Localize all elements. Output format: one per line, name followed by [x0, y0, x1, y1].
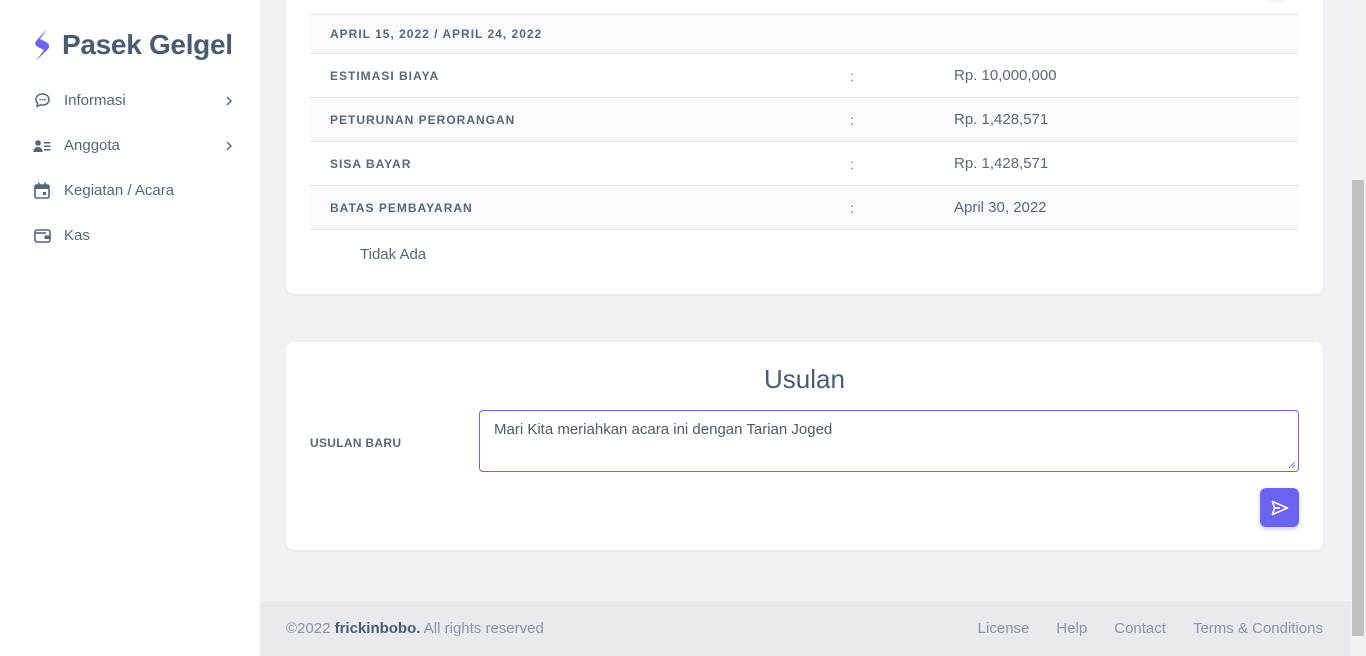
chevron-right-icon [226, 141, 232, 150]
table-row: SISA BAYAR : Rp. 1,428,571 [310, 142, 1299, 186]
row-label: BATAS PEMBAYARAN [330, 200, 473, 215]
sidebar-nav: Informasi Anggota Kegiatan / Acara Kas [0, 78, 260, 258]
author-link[interactable]: frickinbobo. [335, 620, 421, 637]
row-colon: : [850, 199, 854, 216]
table-row: BATAS PEMBAYARAN : April 30, 2022 [310, 186, 1299, 230]
usulan-text: Mari Kita meriahkan acara ini dengan Tar… [494, 421, 833, 438]
resize-grip-icon[interactable] [1288, 461, 1296, 469]
s-logo-icon [35, 29, 50, 61]
usulan-field-label: USULAN BARU [310, 436, 402, 450]
brand-name: Pasek Gelgel [62, 29, 233, 60]
row-label: ESTIMASI BIAYA [330, 68, 440, 83]
row-value: Rp. 10,000,000 [954, 67, 1057, 84]
copyright-year: ©2022 [286, 620, 331, 637]
send-button[interactable] [1260, 488, 1299, 527]
row-value: April 30, 2022 [954, 199, 1047, 216]
chevron-right-icon [226, 96, 232, 105]
rights-text: All rights reserved [423, 620, 544, 637]
footer-link-license[interactable]: License [978, 620, 1030, 637]
send-icon [1271, 500, 1288, 515]
wallet-icon [33, 227, 51, 245]
sidebar-item-label: Anggota [64, 137, 120, 154]
usulan-title: Usulan [764, 364, 845, 394]
empty-state-text: Tidak Ada [360, 246, 427, 263]
main-content: APRIL 15, 2022 / APRIL 24, 2022 ESTIMASI… [260, 0, 1350, 656]
footer-link-contact[interactable]: Contact [1114, 620, 1166, 637]
event-detail-card: APRIL 15, 2022 / APRIL 24, 2022 ESTIMASI… [286, 0, 1323, 294]
row-value: Rp. 1,428,571 [954, 111, 1049, 128]
row-label: PETURUNAN PERORANGAN [330, 112, 516, 127]
sidebar-item-informasi[interactable]: Informasi [0, 78, 260, 123]
sidebar-item-kas[interactable]: Kas [0, 213, 260, 258]
scrollbar-thumb[interactable] [1352, 180, 1364, 636]
scrollbar[interactable] [1350, 0, 1366, 656]
row-label: SISA BAYAR [330, 156, 412, 171]
chat-bubble-icon [33, 92, 51, 110]
calendar-icon [33, 182, 51, 200]
usulan-card: Usulan USULAN BARU Mari Kita meriahkan a… [286, 342, 1323, 550]
table-row: ESTIMASI BIAYA : Rp. 10,000,000 [310, 54, 1299, 98]
sidebar-item-kegiatan[interactable]: Kegiatan / Acara [0, 168, 260, 213]
sidebar-item-anggota[interactable]: Anggota [0, 123, 260, 168]
row-colon: : [850, 67, 854, 84]
footer-link-help[interactable]: Help [1056, 620, 1087, 637]
date-range-row: APRIL 15, 2022 / APRIL 24, 2022 [310, 15, 1299, 54]
row-value: Rp. 1,428,571 [954, 155, 1049, 172]
sidebar-item-label: Informasi [64, 92, 126, 109]
brand[interactable]: Pasek Gelgel [30, 28, 233, 62]
table-row: PETURUNAN PERORANGAN : Rp. 1,428,571 [310, 98, 1299, 142]
date-range: APRIL 15, 2022 / APRIL 24, 2022 [330, 27, 543, 41]
row-colon: : [850, 155, 854, 172]
footer-links: License Help Contact Terms & Conditions [978, 620, 1323, 637]
detail-table: APRIL 15, 2022 / APRIL 24, 2022 ESTIMASI… [310, 14, 1299, 230]
footer: ©2022 frickinbobo. All rights reserved L… [260, 601, 1350, 656]
footer-link-terms[interactable]: Terms & Conditions [1193, 620, 1323, 637]
users-list-icon [33, 137, 51, 155]
sidebar: Pasek Gelgel Informasi Anggota Kegiatan … [0, 0, 260, 656]
copyright: ©2022 frickinbobo. All rights reserved [286, 620, 978, 637]
row-colon: : [850, 111, 854, 128]
usulan-textarea[interactable]: Mari Kita meriahkan acara ini dengan Tar… [479, 410, 1299, 472]
sidebar-item-label: Kegiatan / Acara [64, 182, 175, 199]
sidebar-item-label: Kas [64, 227, 90, 244]
